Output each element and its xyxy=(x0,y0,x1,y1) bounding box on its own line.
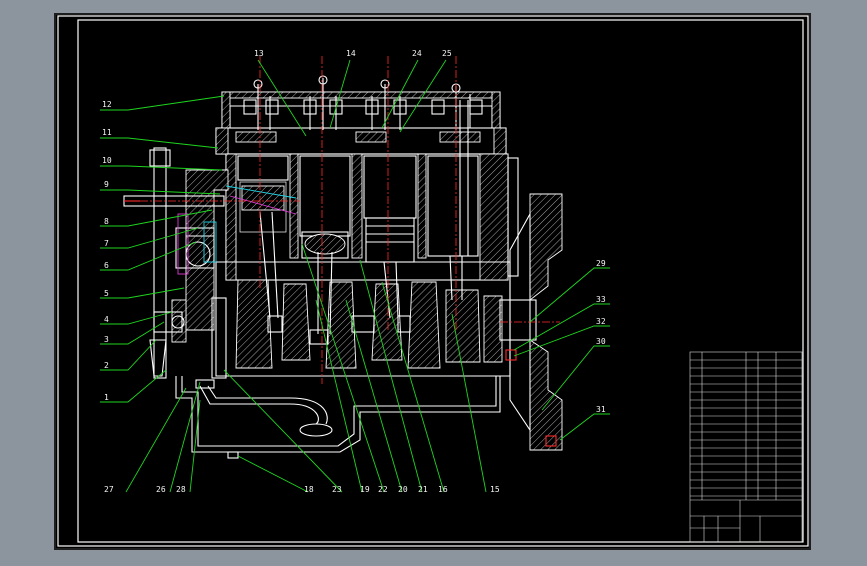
part-number-23: 23 xyxy=(332,485,342,494)
part-number-24: 24 xyxy=(412,49,422,58)
part-number-13: 13 xyxy=(254,49,264,58)
part-number-12: 12 xyxy=(102,100,112,109)
part-number-10: 10 xyxy=(102,156,112,165)
cad-viewport: 12 11 10 9 8 7 6 5 4 3 2 1 13 14 24 25 29 33 32 30 31 27 26… xyxy=(0,0,867,562)
part-number-15: 15 xyxy=(490,485,500,494)
part-number-20: 20 xyxy=(398,485,408,494)
part-number-22: 22 xyxy=(378,485,388,494)
part-number-28: 28 xyxy=(176,485,186,494)
part-number-25: 25 xyxy=(442,49,452,58)
part-number-33: 33 xyxy=(596,295,606,304)
part-number-30: 30 xyxy=(596,337,606,346)
part-number-7: 7 xyxy=(104,239,109,248)
part-number-5: 5 xyxy=(104,289,109,298)
part-number-2: 2 xyxy=(104,361,109,370)
part-number-18: 18 xyxy=(304,485,314,494)
part-number-21: 21 xyxy=(418,485,428,494)
part-number-26: 26 xyxy=(156,485,166,494)
part-number-14: 14 xyxy=(346,49,356,58)
part-number-1: 1 xyxy=(104,393,109,402)
part-number-4: 4 xyxy=(104,315,109,324)
part-number-27: 27 xyxy=(104,485,114,494)
part-number-11: 11 xyxy=(102,128,112,137)
part-number-29: 29 xyxy=(596,259,606,268)
part-number-16: 16 xyxy=(438,485,448,494)
part-number-9: 9 xyxy=(104,180,109,189)
part-number-31: 31 xyxy=(596,405,606,414)
part-number-8: 8 xyxy=(104,217,109,226)
part-number-19: 19 xyxy=(360,485,370,494)
part-number-32: 32 xyxy=(596,317,606,326)
part-number-3: 3 xyxy=(104,335,109,344)
part-number-6: 6 xyxy=(104,261,109,270)
engine-assembly-drawing: 121110987654321 13 14 24 25 2933323031 27 26… xyxy=(54,13,811,550)
